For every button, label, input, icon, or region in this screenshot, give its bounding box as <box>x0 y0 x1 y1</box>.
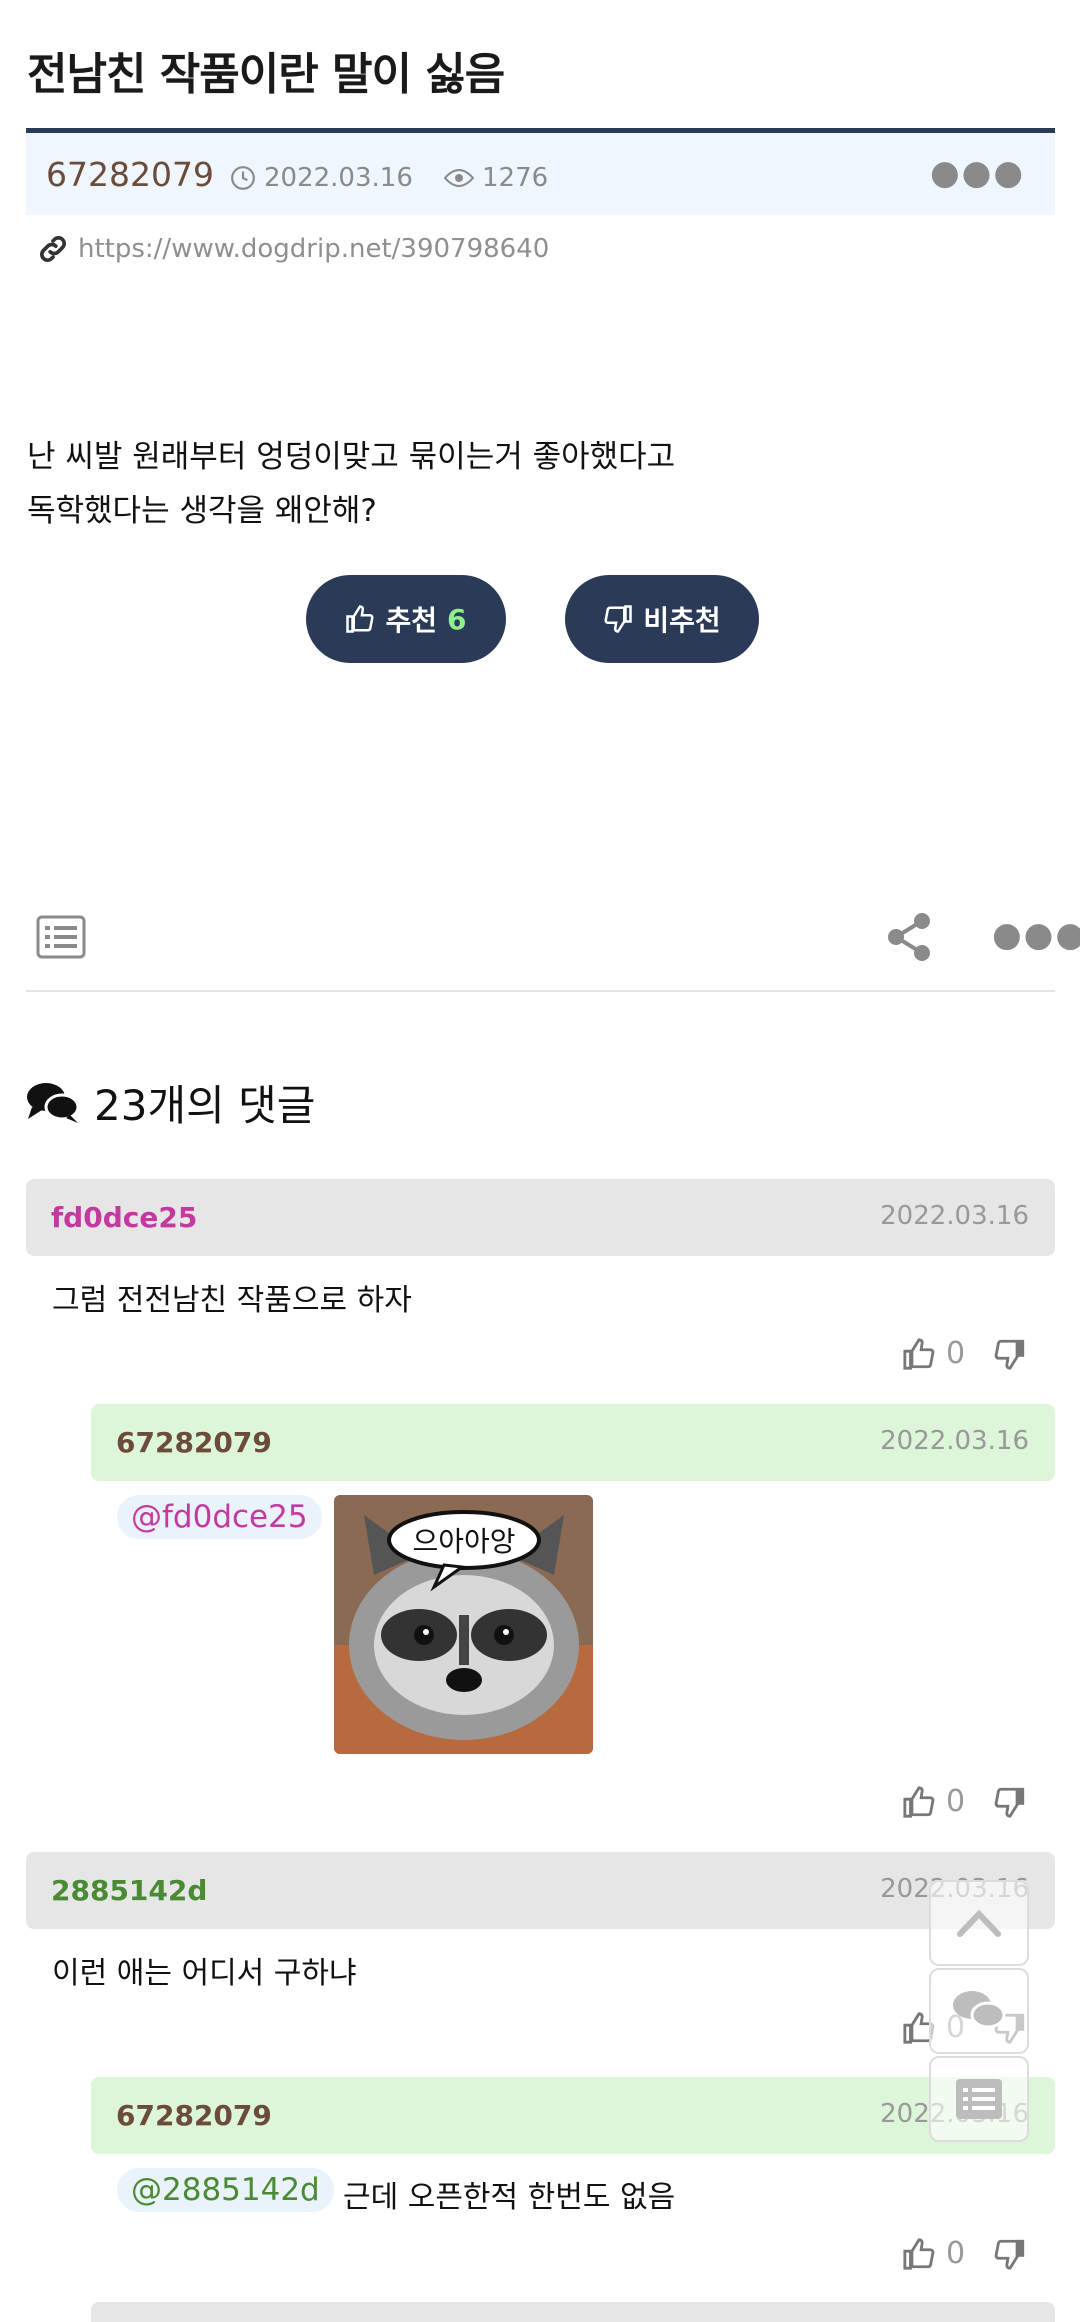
post-body-line: 독학했다는 생각을 왜안해? <box>27 493 377 529</box>
raccoon-sticker-image: 으아아앙 <box>334 1495 593 1754</box>
clock-icon <box>231 166 255 190</box>
eye-icon <box>444 169 474 187</box>
more-options-icon[interactable]: ●●● <box>930 153 1025 193</box>
post-title: 전남친 작품이란 말이 싫음 <box>27 49 505 100</box>
comment-votes: 0 <box>902 1336 1027 1371</box>
thumbs-down-icon[interactable] <box>993 1785 1027 1819</box>
reply-header: 67282079 2022.03.16 <box>91 2077 1055 2154</box>
downvote-button[interactable]: 비추천 <box>565 575 759 663</box>
comment-date: 2022.03.16 <box>880 1201 1029 1231</box>
post-views: 1276 <box>444 163 548 193</box>
comment-author[interactable]: 67282079 <box>116 2099 272 2132</box>
post-body-line: 난 씨발 원래부터 엉덩이맞고 묶이는거 좋아했다고 <box>27 439 676 475</box>
list-view-icon[interactable] <box>36 915 86 963</box>
post-body: 난 씨발 원래부터 엉덩이맞고 묶이는거 좋아했다고 독학했다는 생각을 왜안해… <box>27 430 675 538</box>
upvote-count: 6 <box>447 602 467 636</box>
comment-author[interactable]: 2885142d <box>51 1874 207 1907</box>
comment-upvote-count: 0 <box>946 2236 966 2271</box>
comment-date: 2022.03.16 <box>880 1426 1029 1456</box>
post-views-text: 1276 <box>482 163 549 193</box>
comment-author[interactable]: fd0dce25 <box>51 1201 197 1234</box>
list-icon <box>956 2079 1002 2119</box>
go-to-list-button[interactable] <box>929 2056 1029 2142</box>
comments-count-label: 23개의 댓글 <box>94 1081 316 1130</box>
chevron-up-icon <box>957 1909 1001 1937</box>
thumbs-up-icon[interactable] <box>902 1785 936 1819</box>
go-to-comments-button[interactable] <box>929 1968 1029 2054</box>
comment-votes: 0 <box>902 1784 1027 1819</box>
thumbs-down-icon[interactable] <box>993 1337 1027 1371</box>
post-date-text: 2022.03.16 <box>264 163 413 193</box>
post-meta-bar: 67282079 2022.03.16 1276 ●●● <box>26 128 1055 215</box>
upvote-label: 추천 <box>385 604 438 637</box>
comments-header: 23개의 댓글 <box>26 1072 315 1133</box>
comment-text: 근데 오픈한적 한번도 없음 <box>343 2180 676 2215</box>
comments-icon <box>953 1991 1006 2029</box>
link-icon <box>40 236 66 262</box>
comment-header: 2885142d 2022.03.16 <box>26 1852 1055 1929</box>
upvote-button[interactable]: 추천 6 <box>306 575 506 663</box>
scroll-top-button[interactable] <box>929 1880 1029 1966</box>
post-author[interactable]: 67282079 <box>46 155 214 194</box>
thumbs-down-icon <box>604 605 633 633</box>
post-permalink[interactable]: https://www.dogdrip.net/390798640 <box>36 232 549 266</box>
sticker-caption: 으아아앙 <box>412 1525 515 1558</box>
reply-mention[interactable]: @fd0dce25 <box>117 1495 322 1539</box>
divider <box>26 990 1055 992</box>
more-options-icon[interactable]: ●●● <box>992 915 1080 955</box>
thumbs-up-icon[interactable] <box>902 2237 936 2271</box>
thumbs-up-icon[interactable] <box>902 1337 936 1371</box>
comment-author[interactable]: 67282079 <box>116 1426 272 1459</box>
comments-icon <box>27 1082 80 1123</box>
next-comment-header <box>91 2302 1055 2322</box>
thumbs-down-icon[interactable] <box>993 2237 1027 2271</box>
comment-text: 그럼 전전남친 작품으로 하자 <box>52 1283 412 1318</box>
post-url[interactable]: https://www.dogdrip.net/390798640 <box>78 234 549 264</box>
comment-upvote-count: 0 <box>946 1336 966 1371</box>
comment-upvote-count: 0 <box>946 1784 966 1819</box>
downvote-label: 비추천 <box>643 604 721 637</box>
reply-header: 67282079 2022.03.16 <box>91 1404 1055 1481</box>
comment-text: 이런 애는 어디서 구하냐 <box>52 1956 357 1991</box>
comment-votes: 0 <box>902 2236 1027 2271</box>
share-icon[interactable] <box>886 912 932 966</box>
comment-header: fd0dce25 2022.03.16 <box>26 1179 1055 1256</box>
thumbs-up-icon <box>346 605 375 633</box>
reply-mention[interactable]: @2885142d <box>117 2168 334 2212</box>
post-date: 2022.03.16 <box>230 163 413 193</box>
